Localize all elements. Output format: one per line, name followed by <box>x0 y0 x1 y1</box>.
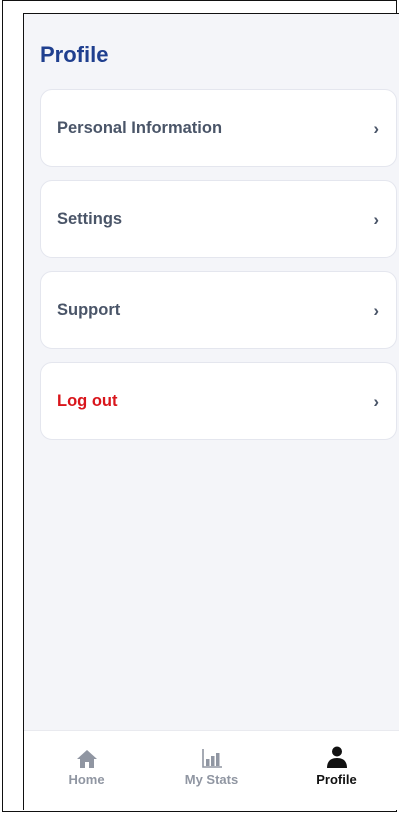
menu-item-log-out[interactable]: Log out › <box>40 362 397 440</box>
tab-home[interactable]: Home <box>24 731 149 810</box>
person-icon <box>325 743 349 769</box>
chevron-right-icon: › <box>373 118 379 138</box>
menu-item-label: Personal Information <box>57 118 223 137</box>
menu-item-settings[interactable]: Settings › <box>40 180 397 258</box>
tab-label: Home <box>68 772 105 787</box>
chevron-right-icon: › <box>373 391 379 411</box>
bar-chart-icon <box>201 743 223 769</box>
app-screen: Profile Personal Information › Settings … <box>23 13 399 810</box>
device-frame: Profile Personal Information › Settings … <box>2 0 399 812</box>
menu-item-support[interactable]: Support › <box>40 271 397 349</box>
menu-item-personal-information[interactable]: Personal Information › <box>40 89 397 167</box>
tab-label: Profile <box>316 772 357 787</box>
chevron-right-icon: › <box>373 300 379 320</box>
chevron-right-icon: › <box>373 209 379 229</box>
home-icon <box>76 743 98 769</box>
menu-item-label: Log out <box>57 391 118 410</box>
tab-profile[interactable]: Profile <box>274 731 399 810</box>
menu-item-label: Settings <box>57 209 123 228</box>
page-title: Profile <box>40 42 109 67</box>
tab-label: My Stats <box>184 772 239 787</box>
menu-item-label: Support <box>57 300 121 319</box>
bottom-tab-bar: Home My Stats Profile <box>24 730 399 810</box>
tab-my-stats[interactable]: My Stats <box>149 731 274 810</box>
profile-menu: Personal Information › Settings › Suppor… <box>40 89 397 453</box>
